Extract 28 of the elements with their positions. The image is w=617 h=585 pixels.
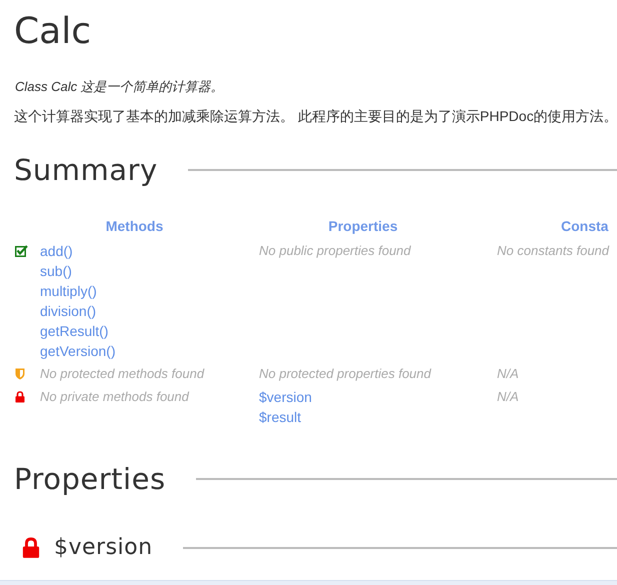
column-header: Consta (560, 216, 610, 236)
column-header: Methods (104, 216, 164, 236)
section-heading: $version (54, 534, 153, 562)
section-heading: Summary (14, 153, 158, 188)
column-header: Properties (327, 216, 399, 236)
method-link[interactable]: multiply() (40, 280, 97, 301)
method-link[interactable]: getVersion() (40, 340, 116, 361)
lock-icon (15, 390, 25, 403)
method-link[interactable]: getResult() (40, 320, 108, 341)
empty-note: N/A (497, 388, 519, 406)
property-link[interactable]: $result (259, 406, 302, 427)
empty-note: N/A (497, 364, 519, 383)
method-link[interactable]: division() (40, 300, 96, 321)
checkbox-icon (15, 244, 28, 257)
section-heading: Properties (14, 462, 166, 497)
class-title: Calc (13, 10, 92, 52)
method-link[interactable]: add() (40, 240, 73, 261)
class-summary: Class Calc 这是一个简单的计算器。 (15, 78, 225, 96)
method-link[interactable]: sub() (40, 260, 72, 281)
empty-note: No public properties found (259, 242, 411, 260)
lock-icon (22, 536, 40, 559)
empty-note: No protected methods found (40, 364, 204, 383)
empty-note: No constants found (497, 242, 610, 260)
class-description: 这个计算器实现了基本的加减乘除运算方法。 此程序的主要目的是为了演示PHPDoc的使用方法。 (14, 107, 617, 126)
empty-note: No protected properties found (259, 364, 431, 383)
property-link[interactable]: $version (259, 386, 312, 407)
shield-icon (15, 368, 25, 380)
empty-note: No private methods found (40, 388, 189, 406)
